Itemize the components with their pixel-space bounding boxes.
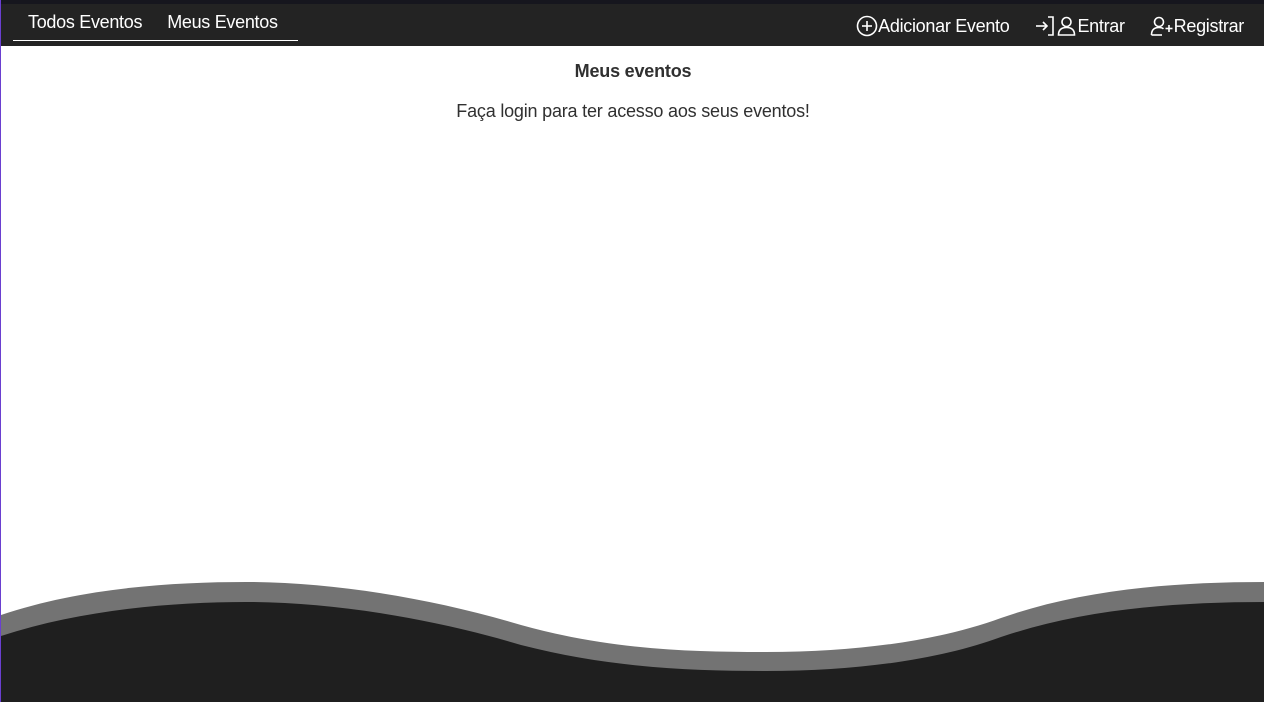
nav-link-meus-eventos[interactable]: Meus Eventos [152, 12, 287, 33]
plus-circle-icon [856, 15, 878, 37]
footer-wave [1, 582, 1264, 702]
nav-link-todos-eventos[interactable]: Todos Eventos [13, 12, 152, 33]
user-plus-icon [1150, 15, 1174, 37]
login-link[interactable]: Entrar [1034, 15, 1125, 37]
register-label: Registrar [1173, 15, 1245, 36]
user-icon [1056, 15, 1077, 37]
page-title: Meus eventos [574, 61, 692, 81]
page: Todos Eventos Meus Eventos Adicionar Eve… [0, 0, 1264, 702]
nav-left-links: Todos Eventos Meus Eventos [13, 4, 298, 41]
add-event-link[interactable]: Adicionar Evento [856, 15, 1010, 37]
login-label: Entrar [1077, 15, 1125, 36]
add-event-label: Adicionar Evento [878, 15, 1010, 36]
sign-in-arrow-icon [1034, 15, 1056, 37]
nav-right-links: Adicionar Evento Entrar Registrar [831, 4, 1244, 48]
register-link[interactable]: Registrar [1150, 15, 1244, 37]
login-required-message: Faça login para ter acesso aos seus even… [456, 101, 810, 121]
navbar: Todos Eventos Meus Eventos Adicionar Eve… [1, 4, 1264, 46]
